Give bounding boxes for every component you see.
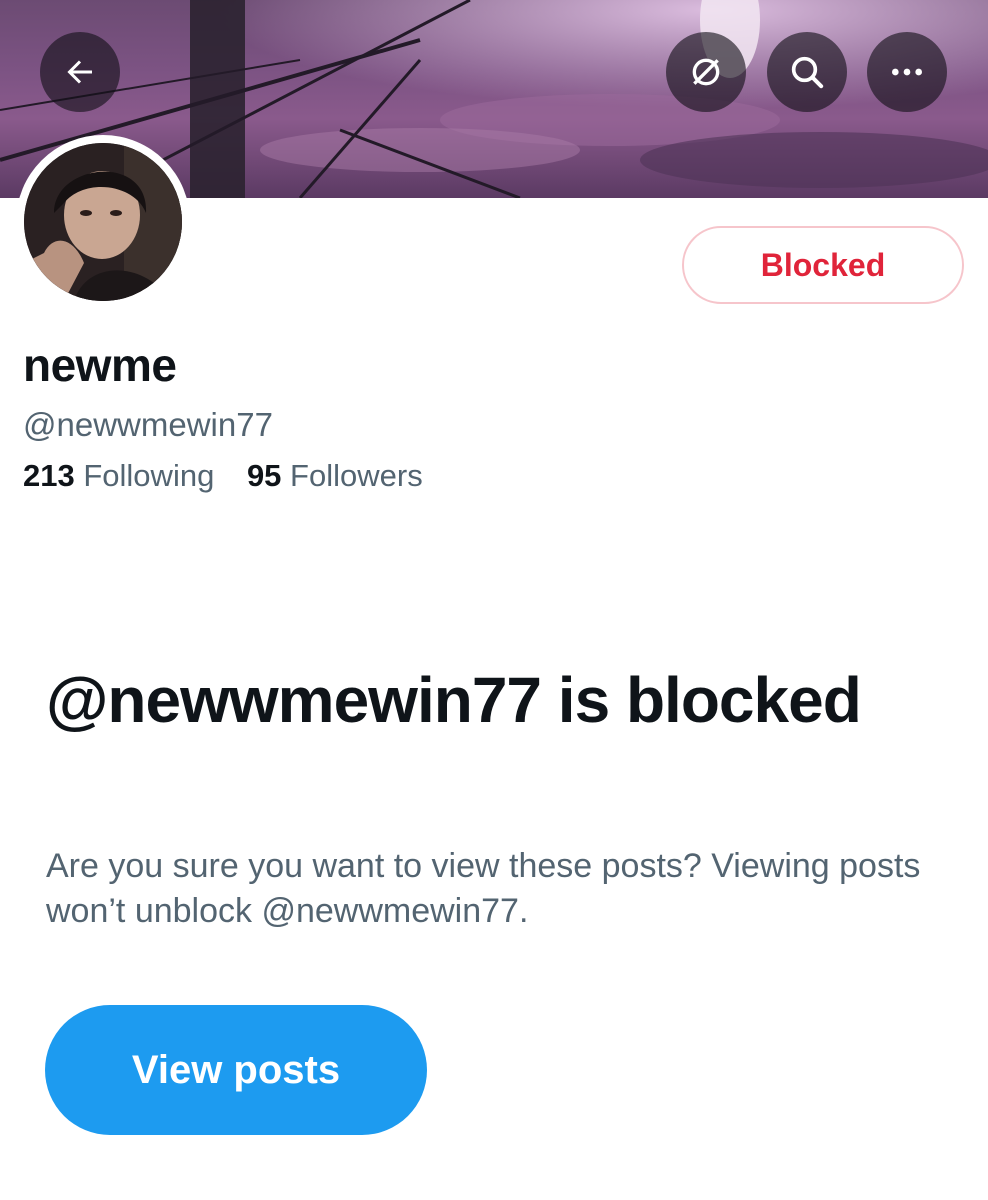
avatar-photo [24, 143, 182, 301]
view-posts-button[interactable]: View posts [45, 1005, 427, 1135]
followers-link[interactable]: 95 Followers [247, 458, 423, 493]
unmute-button[interactable] [666, 32, 746, 112]
blocked-button[interactable]: Blocked [682, 226, 964, 304]
avatar-image [24, 143, 182, 301]
profile-handle: @newwmewin77 [23, 406, 273, 443]
followers-count: 95 [246, 458, 282, 493]
arrow-left-icon [67, 60, 92, 84]
search-button[interactable] [767, 32, 847, 112]
following-link[interactable]: 213 Following [23, 458, 223, 493]
followers-label: Followers [290, 458, 423, 493]
following-count: 213 [23, 458, 75, 493]
display-name: newme [23, 339, 177, 391]
more-dots-icon [892, 68, 922, 76]
more-button[interactable] [867, 32, 947, 112]
muted-slash-icon [692, 58, 720, 86]
following-label: Following [83, 458, 215, 493]
avatar[interactable] [16, 135, 190, 309]
blocked-notice-description: Are you sure you want to view these post… [46, 847, 921, 930]
blocked-notice-title: @newwmewin77 is blocked [46, 664, 862, 736]
search-icon [791, 56, 824, 89]
profile-stats: 213 Following 95 Followers [23, 458, 423, 494]
back-button[interactable] [40, 32, 120, 112]
